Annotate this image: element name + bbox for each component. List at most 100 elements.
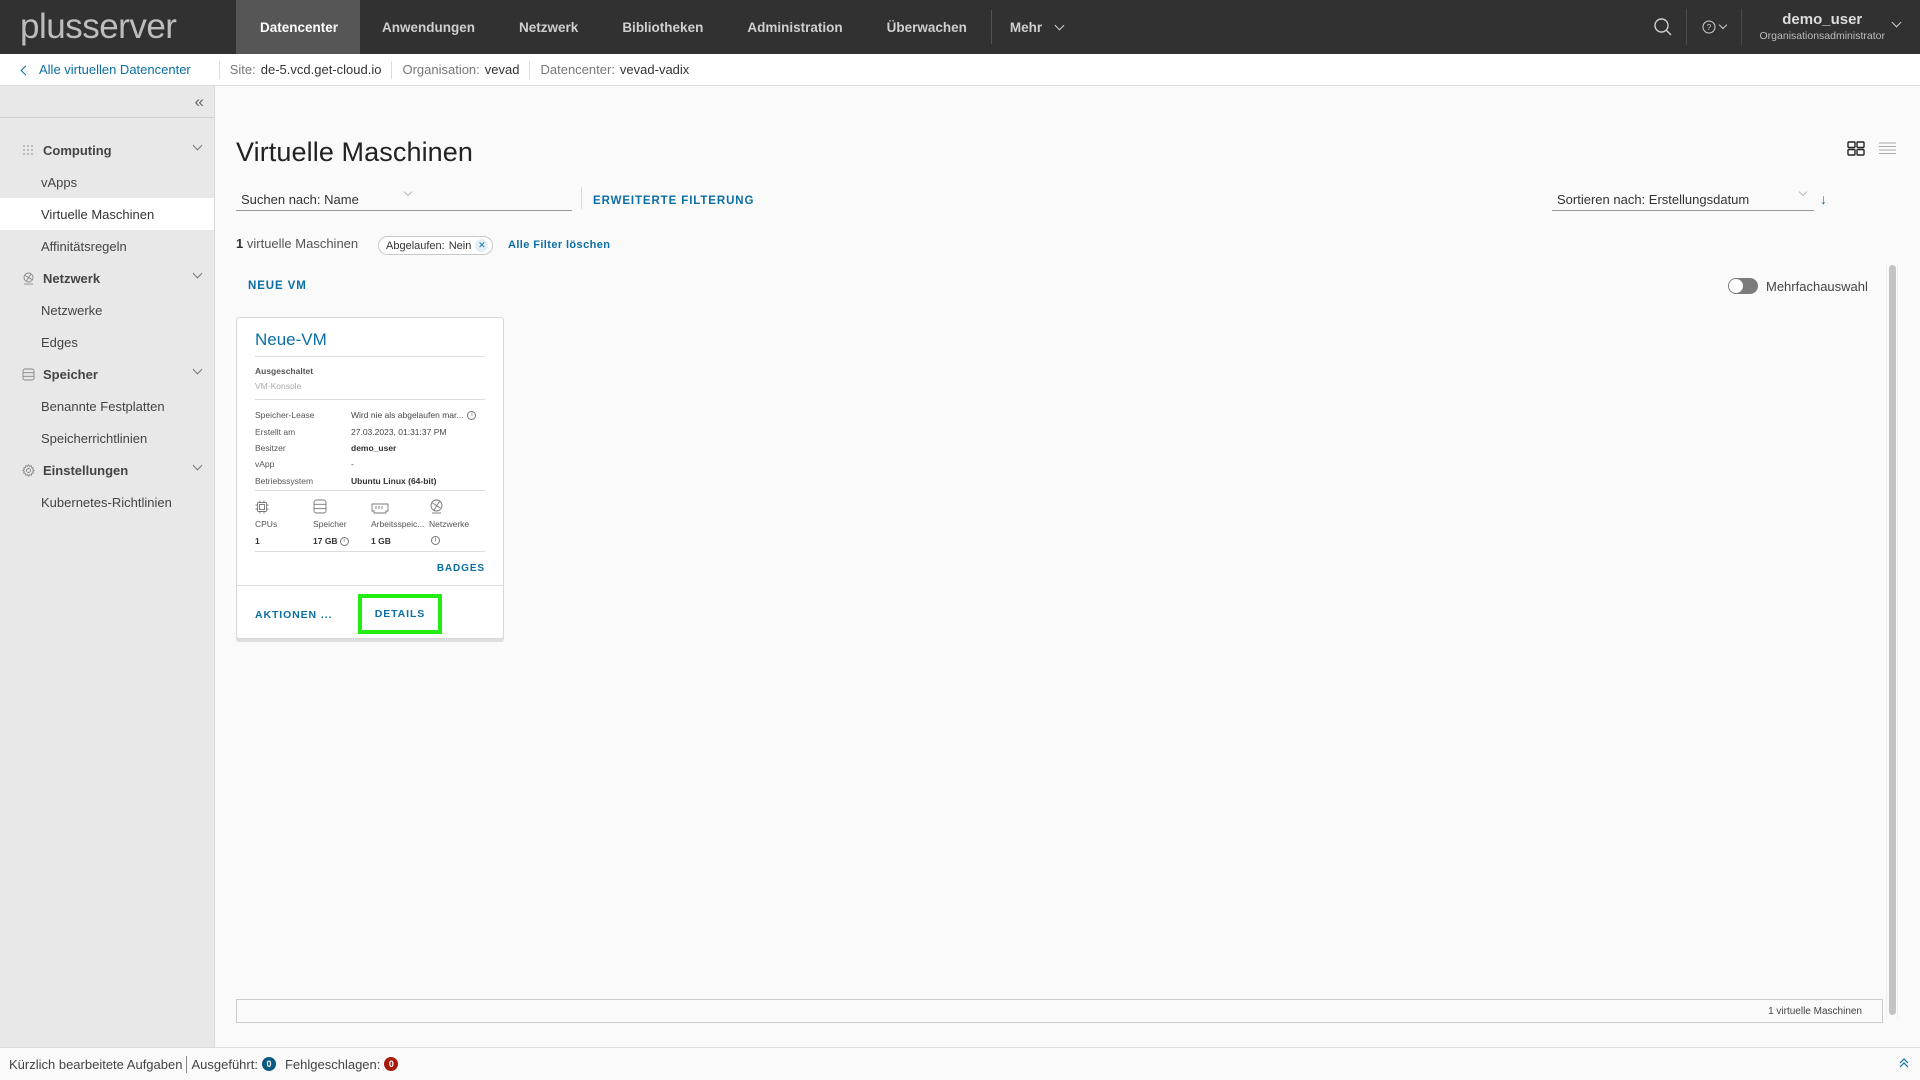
resource-label: Netzwerke	[429, 519, 470, 529]
new-vm-button[interactable]: NEUE VM	[248, 280, 307, 292]
help-menu[interactable]: ?	[1687, 0, 1741, 54]
chevron-down-icon	[192, 460, 203, 471]
scrollbar-thumb[interactable]	[1889, 265, 1896, 1015]
prop-key: Besitzer	[255, 442, 286, 453]
sidebar-group-network[interactable]: Netzwerk	[0, 262, 214, 294]
sidebar-item-affinity-rules[interactable]: Affinitätsregeln	[0, 230, 214, 262]
storage-icon	[313, 496, 371, 514]
user-menu[interactable]: demo_user Organisationsadministrator	[1742, 11, 1920, 43]
multi-select-label: Mehrfachauswahl	[1766, 278, 1868, 294]
context-datacenter: Datencenter: vevad-vadix	[529, 60, 699, 79]
nav-more-label: Mehr	[1009, 19, 1043, 35]
info-icon[interactable]: i	[339, 536, 349, 546]
badges-button[interactable]: BADGES	[437, 563, 485, 574]
info-icon[interactable]: i	[467, 410, 477, 420]
recent-tasks-label[interactable]: Kürzlich bearbeitete Aufgaben	[9, 1057, 182, 1072]
list-view-icon[interactable]	[1879, 142, 1896, 160]
sort-by-select[interactable]: Sortieren nach: Erstellungsdatum	[1552, 187, 1814, 211]
search-icon[interactable]	[1640, 0, 1686, 54]
nav-more-menu[interactable]: Mehr	[992, 0, 1085, 54]
divider	[255, 356, 485, 357]
prop-key: Speicher-Lease	[255, 410, 315, 421]
executed-label: Ausgeführt:	[191, 1056, 258, 1072]
top-header: plusserver Datencenter Anwendungen Netzw…	[0, 0, 1920, 54]
sidebar-item-storage-policies[interactable]: Speicherrichtlinien	[0, 422, 214, 454]
sidebar-item-vapps[interactable]: vApps	[0, 166, 214, 198]
resource-storage: Speicher 17 GB i	[313, 496, 371, 546]
nav-anwendungen[interactable]: Anwendungen	[360, 0, 497, 54]
expand-up-icon[interactable]	[1898, 1057, 1910, 1072]
vm-console-link[interactable]: VM-Konsole	[255, 381, 301, 391]
sidebar-group-computing[interactable]: Computing	[0, 134, 214, 166]
nav-netzwerk[interactable]: Netzwerk	[497, 0, 600, 54]
chevron-down-icon	[192, 140, 203, 151]
resource-memory: Arbeitsspeic... 1 GB	[371, 496, 429, 546]
nav-administration[interactable]: Administration	[725, 0, 864, 54]
divider	[237, 585, 503, 586]
multi-select-toggle[interactable]	[1728, 278, 1758, 294]
advanced-filter-button[interactable]: ERWEITERTE FILTERUNG	[593, 195, 754, 207]
resource-value-text: 17 GB	[313, 536, 338, 546]
sidebar-item-edges[interactable]: Edges	[0, 326, 214, 358]
sidebar-group-settings[interactable]: Einstellungen	[0, 454, 214, 486]
context-value: vevad-vadix	[619, 62, 690, 77]
resource-value: 17 GB i	[313, 536, 371, 546]
sidebar: « Computing vApps Virtuelle Maschinen Af…	[0, 86, 215, 1047]
gear-icon	[22, 463, 35, 477]
double-chevron-left-icon[interactable]: «	[195, 92, 204, 112]
filter-chip-label: Abgelaufen:	[386, 239, 445, 252]
divider	[581, 187, 582, 209]
sidebar-item-kubernetes-policies[interactable]: Kubernetes-Richtlinien	[0, 486, 214, 518]
scrollbar[interactable]	[1886, 263, 1898, 1019]
divider	[255, 551, 485, 552]
svg-text:?: ?	[1706, 23, 1711, 32]
context-value: vevad	[484, 62, 520, 77]
prop-value: Ubuntu Linux (64-bit)	[351, 475, 437, 486]
chevron-down-icon	[1891, 17, 1902, 27]
resource-value: i	[429, 536, 487, 545]
actions-menu-button[interactable]: AKTIONEN ...	[255, 609, 332, 621]
clear-all-filters-link[interactable]: Alle Filter löschen	[508, 239, 610, 251]
search-by-label: Suchen nach:	[241, 192, 321, 207]
main-content: Virtuelle Maschinen Suchen nach: Name ER…	[216, 87, 1920, 1047]
card-view-icon[interactable]	[1847, 141, 1865, 161]
chevron-down-icon	[403, 187, 413, 197]
vm-name-link[interactable]: Neue-VM	[255, 330, 327, 350]
storage-icon	[22, 368, 35, 381]
prop-row-owner: Besitzer demo_user	[255, 440, 487, 456]
chevron-down-icon	[192, 268, 203, 279]
resource-value-text: 1	[255, 536, 260, 546]
failed-tasks[interactable]: Fehlgeschlagen: 0	[284, 1056, 399, 1072]
logo[interactable]: plusserver	[0, 0, 236, 54]
chevron-down-icon	[1798, 187, 1808, 197]
search-by-select[interactable]: Suchen nach: Name	[236, 187, 572, 211]
sort-direction-arrow-down-icon[interactable]: ↓	[1820, 191, 1827, 207]
resource-value-text: 1 GB	[371, 536, 391, 546]
filter-chip-value: Nein	[448, 239, 472, 252]
sidebar-item-named-disks[interactable]: Benannte Festplatten	[0, 390, 214, 422]
vm-card: Neue-VM Ausgeschaltet VM-Konsole Speiche…	[236, 317, 504, 639]
sidebar-group-label: Speicher	[43, 366, 98, 382]
sidebar-item-virtual-machines[interactable]: Virtuelle Maschinen	[0, 198, 214, 230]
failed-label: Fehlgeschlagen:	[284, 1056, 381, 1072]
remove-filter-icon[interactable]: ✕	[475, 239, 489, 252]
user-name: demo_user	[1782, 11, 1863, 28]
vm-count: 1 virtuelle Maschinen	[236, 236, 358, 251]
failed-count-badge: 0	[384, 1057, 399, 1071]
sidebar-group-storage[interactable]: Speicher	[0, 358, 214, 390]
prop-row-created: Erstellt am 27.03.2023, 01:31:37 PM	[255, 423, 487, 439]
details-button[interactable]: DETAILS	[375, 608, 425, 620]
memory-icon	[371, 496, 429, 514]
nav-datencenter[interactable]: Datencenter	[236, 0, 361, 54]
chevron-down-icon	[1718, 20, 1727, 30]
info-icon[interactable]: i	[431, 536, 440, 545]
nav-ueberwachen[interactable]: Überwachen	[865, 0, 989, 54]
back-to-datacenters-link[interactable]: Alle virtuellen Datencenter	[0, 62, 219, 77]
nav-bibliotheken[interactable]: Bibliotheken	[600, 0, 725, 54]
details-button-highlight: DETAILS	[358, 594, 442, 634]
sidebar-group-label: Einstellungen	[43, 462, 129, 478]
sidebar-item-networks[interactable]: Netzwerke	[0, 294, 214, 326]
vm-count-number: 1	[236, 236, 244, 251]
executed-tasks[interactable]: Ausgeführt: 0	[191, 1057, 276, 1072]
resource-cpus: CPUs 1	[255, 496, 313, 546]
